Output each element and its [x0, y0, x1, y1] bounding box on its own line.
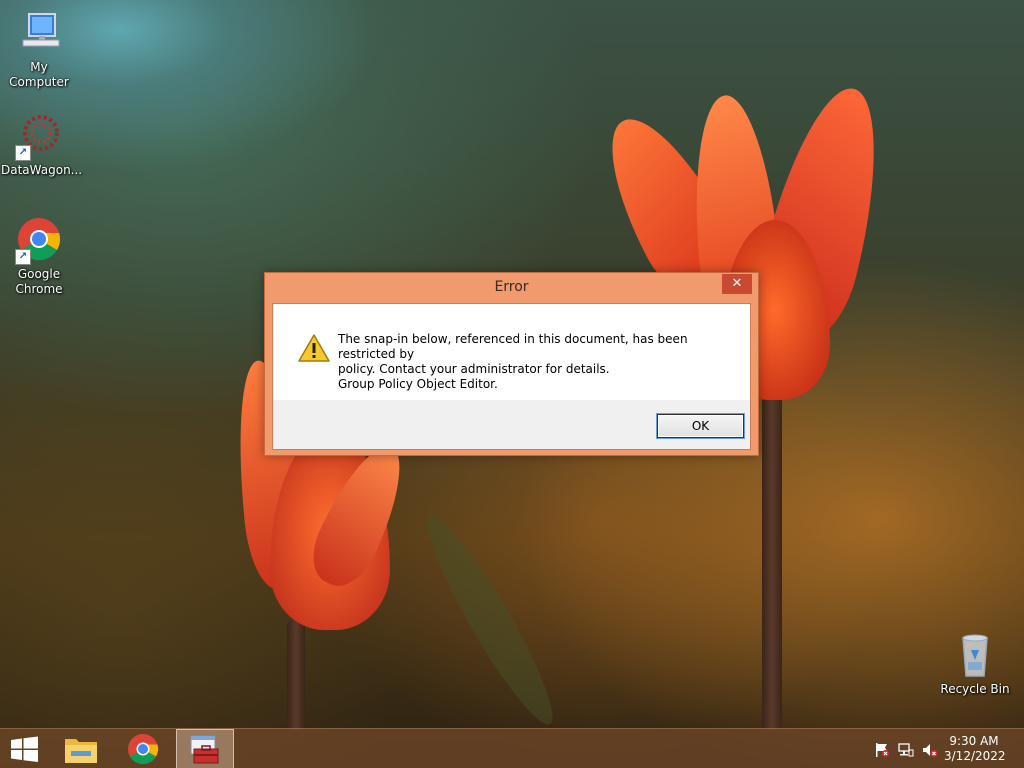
message-line: The snap-in below, referenced in this do…: [338, 332, 688, 361]
datawagon-icon: ↗: [15, 113, 63, 161]
my-computer-icon: [15, 10, 63, 58]
desktop: My Computer ↗ DataWagon... ↗ Google Chro…: [0, 0, 1024, 768]
warning-icon: [298, 334, 330, 362]
taskbar-file-explorer[interactable]: [54, 729, 110, 768]
clock[interactable]: 9:30 AM 3/12/2022: [944, 734, 1006, 764]
desktop-icon-label: Recycle Bin: [940, 682, 1010, 696]
desktop-icon-my-computer[interactable]: My Computer: [1, 10, 77, 90]
clock-time: 9:30 AM: [949, 734, 999, 748]
toolbox-icon: [190, 735, 219, 764]
message-line: Group Policy Object Editor.: [338, 377, 498, 391]
close-icon: ✕: [731, 276, 743, 291]
dialog-body: The snap-in below, referenced in this do…: [272, 303, 751, 450]
close-button[interactable]: ✕: [722, 274, 752, 294]
volume-muted-icon[interactable]: [922, 742, 938, 758]
action-center-flag-icon[interactable]: [874, 742, 890, 758]
shortcut-arrow-icon: ↗: [15, 145, 31, 161]
recycle-bin-icon: [951, 632, 999, 680]
taskbar-mmc-console[interactable]: [176, 729, 234, 768]
network-icon[interactable]: [898, 742, 914, 758]
message-line: policy. Contact your administrator for d…: [338, 362, 610, 376]
desktop-icon-datawagon[interactable]: ↗ DataWagon...: [1, 113, 83, 178]
desktop-icon-recycle-bin[interactable]: Recycle Bin: [937, 632, 1013, 697]
error-dialog: Error ✕ The snap-in below, referenced in…: [264, 272, 759, 456]
folder-icon: [65, 739, 97, 763]
dialog-title: Error: [494, 279, 529, 295]
taskbar: 9:30 AM 3/12/2022: [0, 728, 1024, 768]
dialog-content: The snap-in below, referenced in this do…: [273, 304, 750, 400]
windows-logo-icon: [11, 736, 38, 762]
desktop-icon-label: Google Chrome: [15, 267, 63, 296]
dialog-message: The snap-in below, referenced in this do…: [338, 332, 738, 392]
taskbar-chrome[interactable]: [115, 729, 171, 768]
shortcut-arrow-icon: ↗: [15, 249, 31, 265]
chrome-icon: [128, 734, 159, 765]
desktop-icon-label: DataWagon...: [1, 163, 83, 177]
start-button[interactable]: [0, 729, 56, 768]
desktop-icon-chrome[interactable]: ↗ Google Chrome: [1, 217, 77, 297]
chrome-icon: ↗: [15, 217, 63, 265]
clock-date: 3/12/2022: [944, 749, 1006, 763]
ok-button[interactable]: OK: [657, 414, 744, 438]
desktop-icon-label: My Computer: [9, 60, 69, 89]
